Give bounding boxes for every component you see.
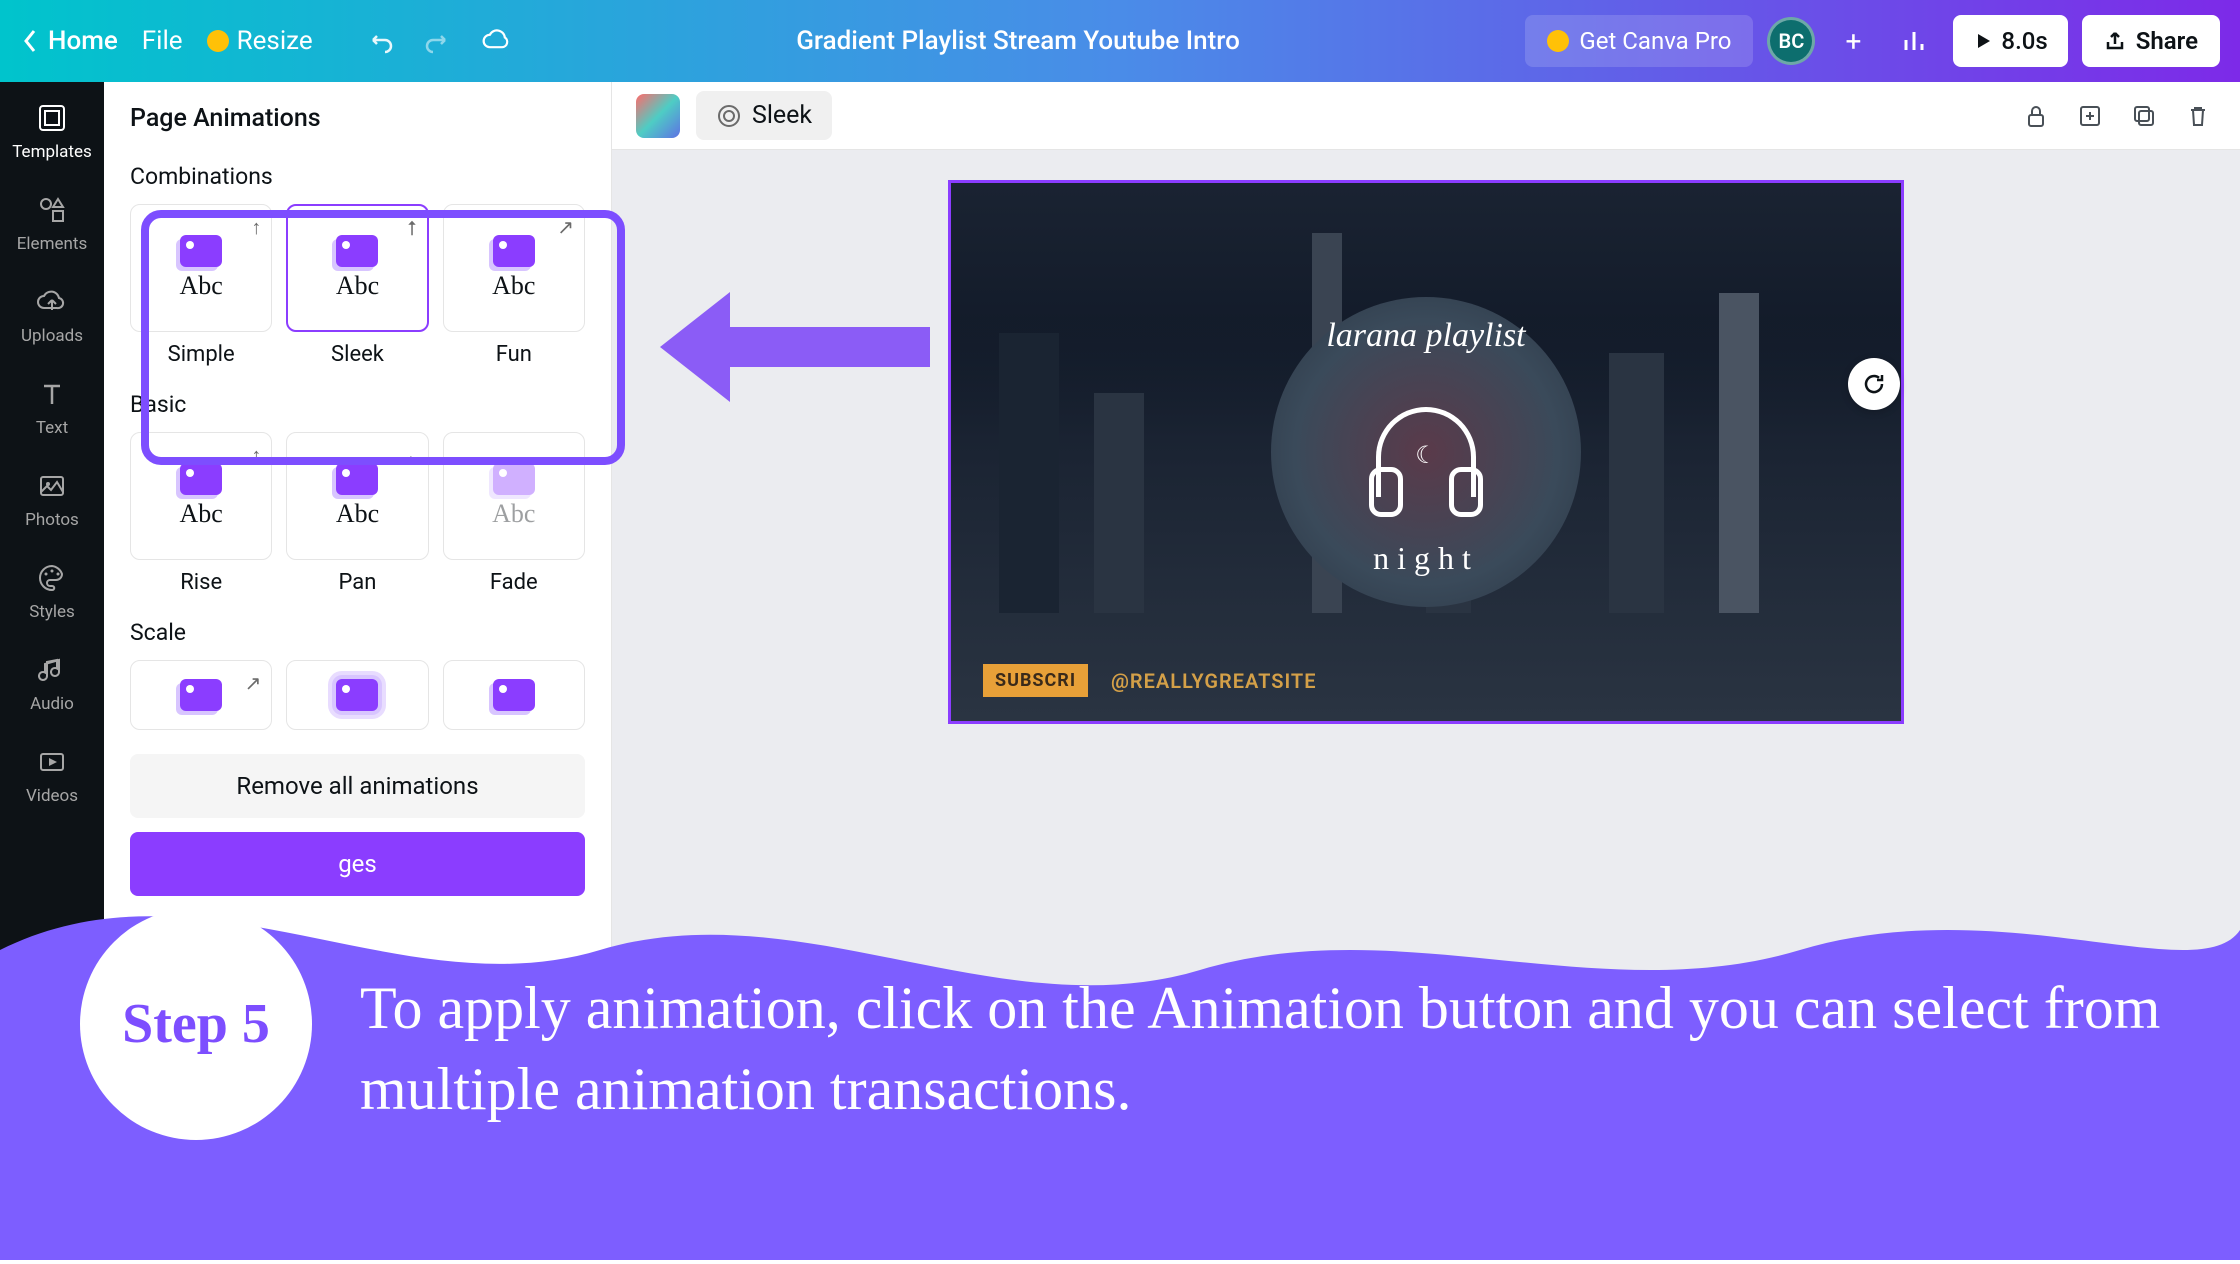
section-combinations: Combinations [130,163,585,190]
remove-animations-button[interactable]: Remove all animations [130,754,585,818]
lock-button[interactable] [2018,98,2054,134]
duration-label: 8.0s [2001,27,2047,55]
anim-rise[interactable]: ↑AbcRise [130,432,272,595]
anim-scale-3[interactable] [443,660,585,730]
file-button[interactable]: File [142,26,183,56]
resize-label: Resize [237,26,313,56]
duration-button[interactable]: 8.0s [1953,15,2067,67]
anim-scale-2[interactable] [286,660,428,730]
scale-grid: ↗ [130,660,585,730]
basic-grid: ↑AbcRise →AbcPan AbcFade [130,432,585,595]
page-color-button[interactable] [636,94,680,138]
get-pro-button[interactable]: Get Canva Pro [1525,15,1753,67]
diag-arrow-icon: ↗ [245,671,262,695]
anim-fun[interactable]: ↗AbcFun [443,204,585,367]
anim-scale-1[interactable]: ↗ [130,660,272,730]
logo-text-bottom: night [1373,540,1479,577]
new-page-button[interactable] [2072,98,2108,134]
anim-simple[interactable]: ↑AbcSimple [130,204,272,367]
handle-text: @REALLYGREATSITE [1111,669,1317,693]
pro-label: Get Canva Pro [1579,27,1731,55]
redo-button[interactable] [423,26,453,56]
logo-circle: larana playlist ☾ night [1271,297,1581,607]
canvas-frame[interactable]: larana playlist ☾ night SUBSCRI @REALLYG… [948,180,1904,724]
combinations-grid: ↑AbcSimple ⭡AbcSleek ↗AbcFun [130,204,585,367]
resize-button[interactable]: Resize [207,26,313,56]
topbar-left: Home File Resize [20,26,511,56]
animation-icon [716,103,742,129]
up-arrow-icon: ↑ [251,215,261,240]
rail-uploads[interactable]: Uploads [21,284,83,346]
subscribe-badge: SUBSCRI [983,664,1088,697]
step-badge: Step 5 [80,908,312,1140]
share-icon [2104,30,2126,52]
insights-button[interactable] [1891,17,1939,65]
anim-fade[interactable]: AbcFade [443,432,585,595]
animation-chip[interactable]: Sleek [696,91,832,140]
rail-elements[interactable]: Elements [17,192,87,254]
undo-button[interactable] [365,26,395,56]
right-arrow-icon: → [398,443,418,468]
tutorial-instruction: To apply animation, click on the Animati… [360,968,2180,1130]
animation-chip-label: Sleek [752,101,812,130]
refresh-button[interactable] [1848,358,1900,410]
panel-title: Page Animations [104,82,611,155]
home-button[interactable]: Home [20,26,118,56]
crown-icon [1547,30,1569,52]
chevron-left-icon [20,27,38,55]
share-label: Share [2136,27,2198,55]
moon-icon: ☾ [1415,441,1437,469]
play-icon [1973,31,1993,51]
headphone-icon: ☾ [1376,407,1476,497]
document-title[interactable]: Gradient Playlist Stream Youtube Intro [511,26,1526,56]
top-icons [365,26,511,56]
rail-audio[interactable]: Audio [30,652,74,714]
avatar[interactable]: BC [1767,17,1815,65]
duplicate-button[interactable] [2126,98,2162,134]
section-basic: Basic [130,391,585,418]
home-label: Home [48,26,118,56]
diag-arrow-icon: ↗ [557,215,574,239]
rail-templates[interactable]: Templates [12,100,92,162]
rail-text[interactable]: Text [34,376,70,438]
section-scale: Scale [130,619,585,646]
up-icon: ⭡ [407,216,416,240]
share-button[interactable]: Share [2082,15,2220,67]
topbar-right: Get Canva Pro BC + 8.0s Share [1525,15,2220,67]
anim-sleek[interactable]: ⭡AbcSleek [286,204,428,367]
top-bar: Home File Resize Gradient Playlist Strea… [0,0,2240,82]
crown-icon [207,30,229,52]
rail-videos[interactable]: Videos [26,744,78,806]
rail-photos[interactable]: Photos [25,468,79,530]
cloud-sync-icon[interactable] [481,26,511,56]
up-arrow-icon: ↑ [251,443,261,468]
rail-styles[interactable]: Styles [29,560,75,622]
add-member-button[interactable]: + [1829,17,1877,65]
delete-button[interactable] [2180,98,2216,134]
tutorial-arrow-icon [660,282,930,416]
logo-text-top: larana playlist [1326,317,1525,355]
anim-pan[interactable]: →AbcPan [286,432,428,595]
canvas-toolbar: Sleek [612,82,2240,150]
canvas-content: larana playlist ☾ night SUBSCRI @REALLYG… [951,183,1901,721]
